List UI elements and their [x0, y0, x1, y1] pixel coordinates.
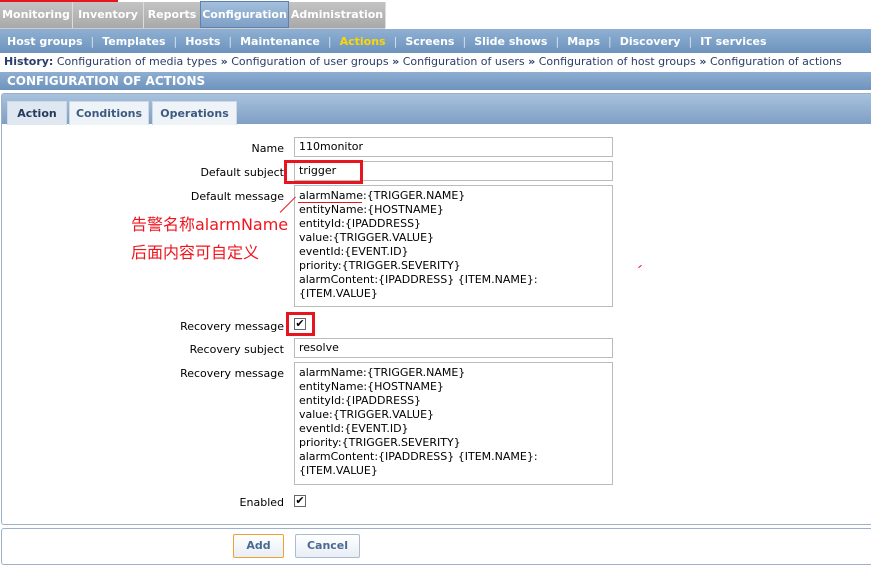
- name-label: Name: [251, 142, 284, 155]
- history-breadcrumb: History: Configuration of media types » …: [4, 55, 842, 68]
- annotation-text-2: 后面内容可自定义: [131, 243, 260, 262]
- tab-inventory[interactable]: Inventory: [73, 2, 144, 28]
- page-title: CONFIGURATION OF ACTIONS: [0, 72, 871, 90]
- subnav-screens[interactable]: Screens: [405, 35, 454, 48]
- enabled-checkbox[interactable]: ✔: [294, 495, 306, 507]
- tab-administration[interactable]: Administration: [289, 2, 386, 28]
- recovery-subject-label: Recovery subject: [189, 343, 284, 356]
- recovery-message-label: Recovery message: [180, 320, 284, 333]
- tab-monitoring[interactable]: Monitoring: [0, 2, 73, 28]
- name-input[interactable]: 110monitor: [294, 137, 613, 157]
- tab-configuration[interactable]: Configuration: [200, 1, 289, 28]
- tab-operations[interactable]: Operations: [152, 101, 237, 125]
- cancel-button[interactable]: Cancel: [295, 534, 360, 558]
- subnav-maps[interactable]: Maps: [567, 35, 600, 48]
- enabled-label: Enabled: [239, 496, 284, 509]
- button-bar: [1, 528, 871, 565]
- subnav-templates[interactable]: Templates: [102, 35, 165, 48]
- recovery-subject-input[interactable]: resolve: [294, 338, 613, 358]
- subnav-it-services[interactable]: IT services: [700, 35, 766, 48]
- separator: |: [462, 34, 467, 48]
- history-link[interactable]: Configuration of actions: [710, 55, 842, 68]
- recovery-message-textarea[interactable]: alarmName:{TRIGGER.NAME} entityName:{HOS…: [294, 362, 613, 485]
- annotation-box-subject: [284, 160, 363, 184]
- annotation-underline: [298, 202, 362, 203]
- subnav-discovery[interactable]: Discovery: [620, 35, 681, 48]
- history-link[interactable]: Configuration of users: [403, 55, 525, 68]
- separator: |: [688, 34, 693, 48]
- separator: |: [555, 34, 560, 48]
- add-button[interactable]: Add: [233, 534, 284, 558]
- separator: |: [228, 34, 233, 48]
- separator: |: [327, 34, 332, 48]
- separator: |: [90, 34, 95, 48]
- separator: |: [173, 34, 178, 48]
- history-link[interactable]: Configuration of user groups: [231, 55, 388, 68]
- subnav-slide-shows[interactable]: Slide shows: [474, 35, 547, 48]
- annotation-box-checkbox: [286, 312, 315, 336]
- default-message-textarea[interactable]: alarmName:{TRIGGER.NAME} entityName:{HOS…: [294, 185, 613, 307]
- sub-nav: Host groups | Templates | Hosts | Maintenan…: [0, 29, 871, 53]
- history-label: History:: [4, 55, 54, 68]
- subnav-hosts[interactable]: Hosts: [185, 35, 220, 48]
- default-subject-label: Default subject: [200, 166, 284, 179]
- tab-reports[interactable]: Reports: [144, 2, 201, 28]
- history-link[interactable]: Configuration of host groups: [539, 55, 696, 68]
- subnav-actions[interactable]: Actions: [340, 35, 386, 48]
- tab-conditions[interactable]: Conditions: [69, 101, 149, 125]
- default-message-label: Default message: [190, 190, 284, 203]
- tab-action[interactable]: Action: [7, 101, 67, 125]
- subnav-maintenance[interactable]: Maintenance: [240, 35, 320, 48]
- separator: |: [608, 34, 612, 48]
- annotation-text-1: 告警名称alarmName: [131, 215, 289, 234]
- recovery-message-text-label: Recovery message: [180, 367, 284, 380]
- separator: |: [393, 34, 398, 48]
- subnav-host-groups[interactable]: Host groups: [7, 35, 83, 48]
- history-link[interactable]: Configuration of media types: [57, 55, 217, 68]
